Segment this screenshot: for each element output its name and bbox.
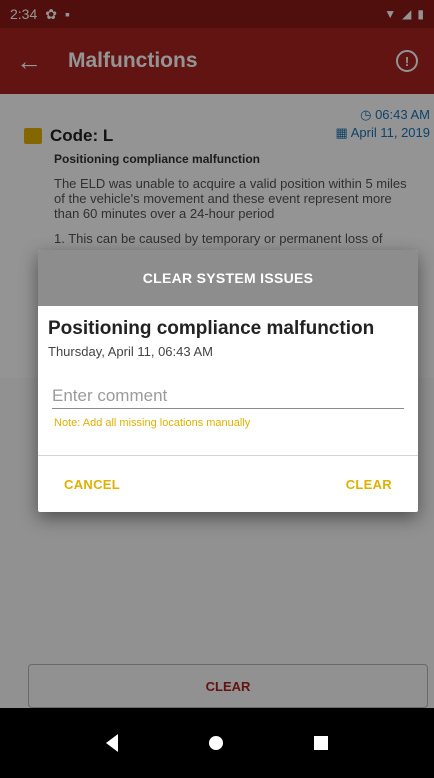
dialog-header: CLEAR SYSTEM ISSUES xyxy=(38,250,418,306)
dialog-date: Thursday, April 11, 06:43 AM xyxy=(48,344,213,359)
cancel-button[interactable]: CANCEL xyxy=(64,477,120,492)
nav-back-icon[interactable] xyxy=(105,734,118,752)
dialog-note: Note: Add all missing locations manually xyxy=(54,417,251,429)
nav-recents-icon[interactable] xyxy=(314,736,329,750)
dialog-actions: CANCEL CLEAR xyxy=(38,456,418,512)
dialog-body: Positioning compliance malfunction Thurs… xyxy=(38,306,418,456)
clear-system-issues-dialog: CLEAR SYSTEM ISSUES Positioning complian… xyxy=(38,250,418,512)
dialog-clear-button[interactable]: CLEAR xyxy=(346,477,392,492)
nav-home-icon[interactable] xyxy=(208,736,223,750)
navigation-bar xyxy=(0,708,434,778)
comment-input[interactable] xyxy=(52,383,404,409)
dialog-title: Positioning compliance malfunction xyxy=(48,318,375,339)
